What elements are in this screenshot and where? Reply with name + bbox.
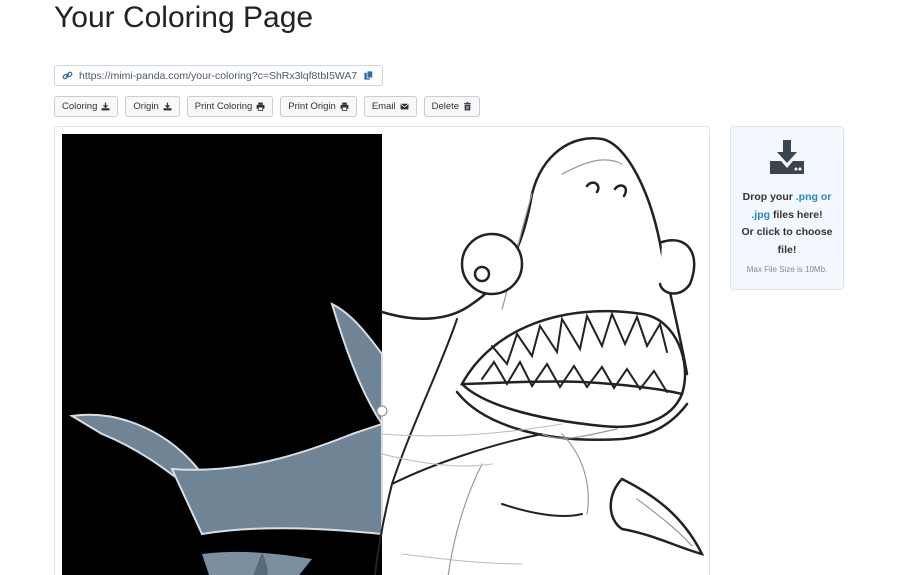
drop-instructions: Drop your .png or .jpg files here! Or cl… [731,189,843,259]
coloring-canvas-frame [54,126,710,575]
email-button[interactable]: Email [363,96,417,117]
button-label: Print Coloring [194,101,253,112]
png-format-label: .png or [795,191,832,203]
download-tray-icon [770,140,804,174]
coloring-canvas[interactable] [62,134,704,575]
trash-icon [464,102,471,111]
print-origin-button[interactable]: Print Origin [280,96,357,117]
button-label: Delete [431,101,460,112]
origin-download-button[interactable]: Origin [125,96,180,117]
delete-button[interactable]: Delete [423,96,481,117]
print-icon [256,102,265,111]
envelope-icon [400,103,409,110]
page: Your Coloring Page https://mimi-panda.co… [0,0,900,575]
print-icon [340,102,349,111]
compare-slider-handle [376,405,388,417]
drop-text-part: Drop your [742,191,796,203]
button-label: Print Origin [288,101,336,112]
share-url-box[interactable]: https://mimi-panda.com/your-coloring?c=S… [54,65,384,86]
page-title: Your Coloring Page [54,1,314,34]
max-file-size: Max File Size is 10Mb. [746,265,828,274]
print-coloring-button[interactable]: Print Coloring [186,96,274,117]
toolbar: Coloring Origin Print Coloring Print Ori… [54,96,481,117]
download-icon [101,102,110,111]
choose-file-text: Or click to choose [741,226,833,238]
copy-icon[interactable] [363,70,374,81]
link-icon [62,71,73,80]
file-drop-zone[interactable]: Drop your .png or .jpg files here! Or cl… [730,126,844,290]
share-url-text[interactable]: https://mimi-panda.com/your-coloring?c=S… [79,70,357,82]
download-icon [163,102,172,111]
button-label: Origin [133,101,159,112]
jpg-format-label: .jpg [751,208,771,221]
button-label: Email [371,101,396,112]
button-label: Coloring [62,101,98,112]
choose-file-text: file! [777,243,797,256]
coloring-download-button[interactable]: Coloring [54,96,119,117]
drop-text-part: files here! [770,208,823,221]
